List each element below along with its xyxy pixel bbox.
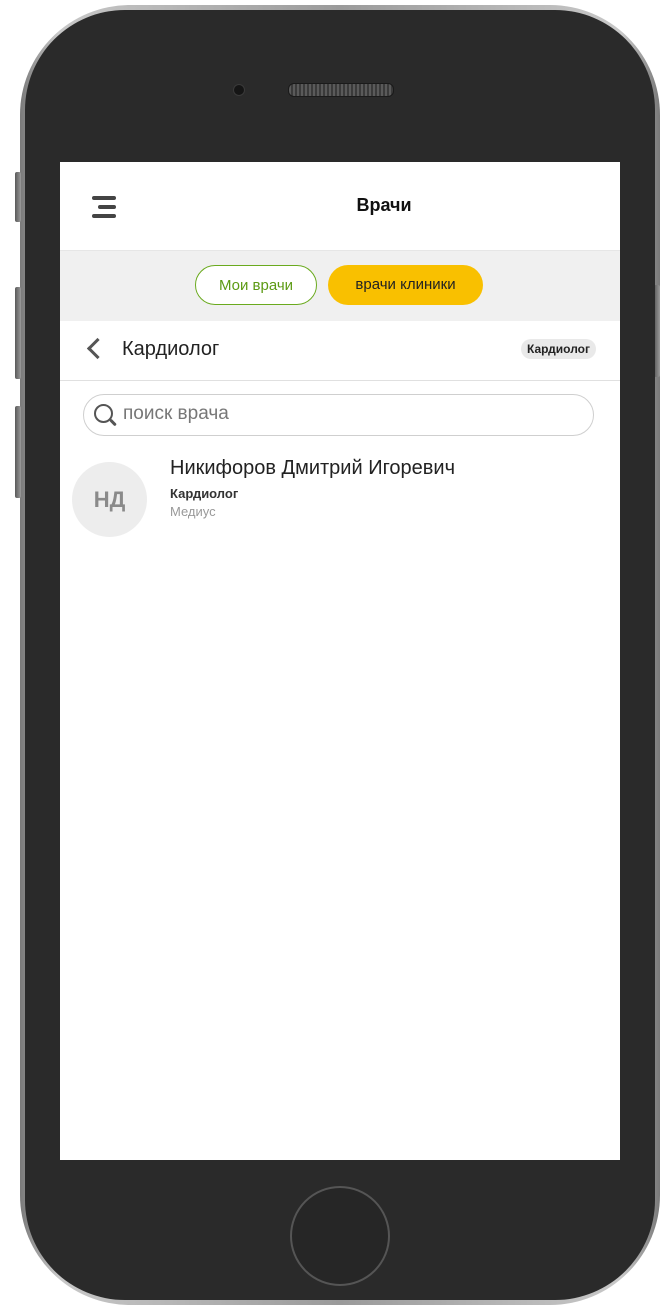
search-icon [94, 404, 113, 423]
tab-clinic-doctors[interactable]: врачи клиники [328, 265, 483, 305]
specialty-title: Кардиолог [122, 338, 220, 360]
front-camera [233, 84, 245, 96]
mute-switch [15, 172, 21, 222]
tab-my-doctors[interactable]: Мои врачи [195, 265, 317, 305]
doctor-tabs: Мои врачи врачи клиники [60, 251, 620, 321]
search-input[interactable] [123, 399, 563, 429]
specialty-header: Кардиолог Кардиолог [60, 322, 620, 381]
home-button[interactable] [290, 1186, 390, 1286]
page-title: Врачи [356, 195, 412, 215]
chevron-left-icon[interactable] [86, 337, 109, 360]
volume-down-button [15, 406, 21, 498]
search-box[interactable] [83, 394, 594, 436]
doctor-specialty: Кардиолог [170, 486, 239, 501]
doctor-list-item[interactable]: НД Никифоров Дмитрий Игоревич Кардиолог … [60, 452, 620, 552]
doctor-name: Никифоров Дмитрий Игоревич [170, 457, 456, 479]
doctor-clinic: Медиус [170, 504, 216, 519]
app-screen: Врачи Мои врачи врачи клиники Кардиолог … [60, 162, 620, 1160]
specialty-chip: Кардиолог [521, 339, 596, 359]
earpiece-speaker [288, 83, 394, 97]
top-bar: Врачи [60, 162, 620, 251]
volume-up-button [15, 287, 21, 379]
avatar: НД [72, 462, 147, 537]
